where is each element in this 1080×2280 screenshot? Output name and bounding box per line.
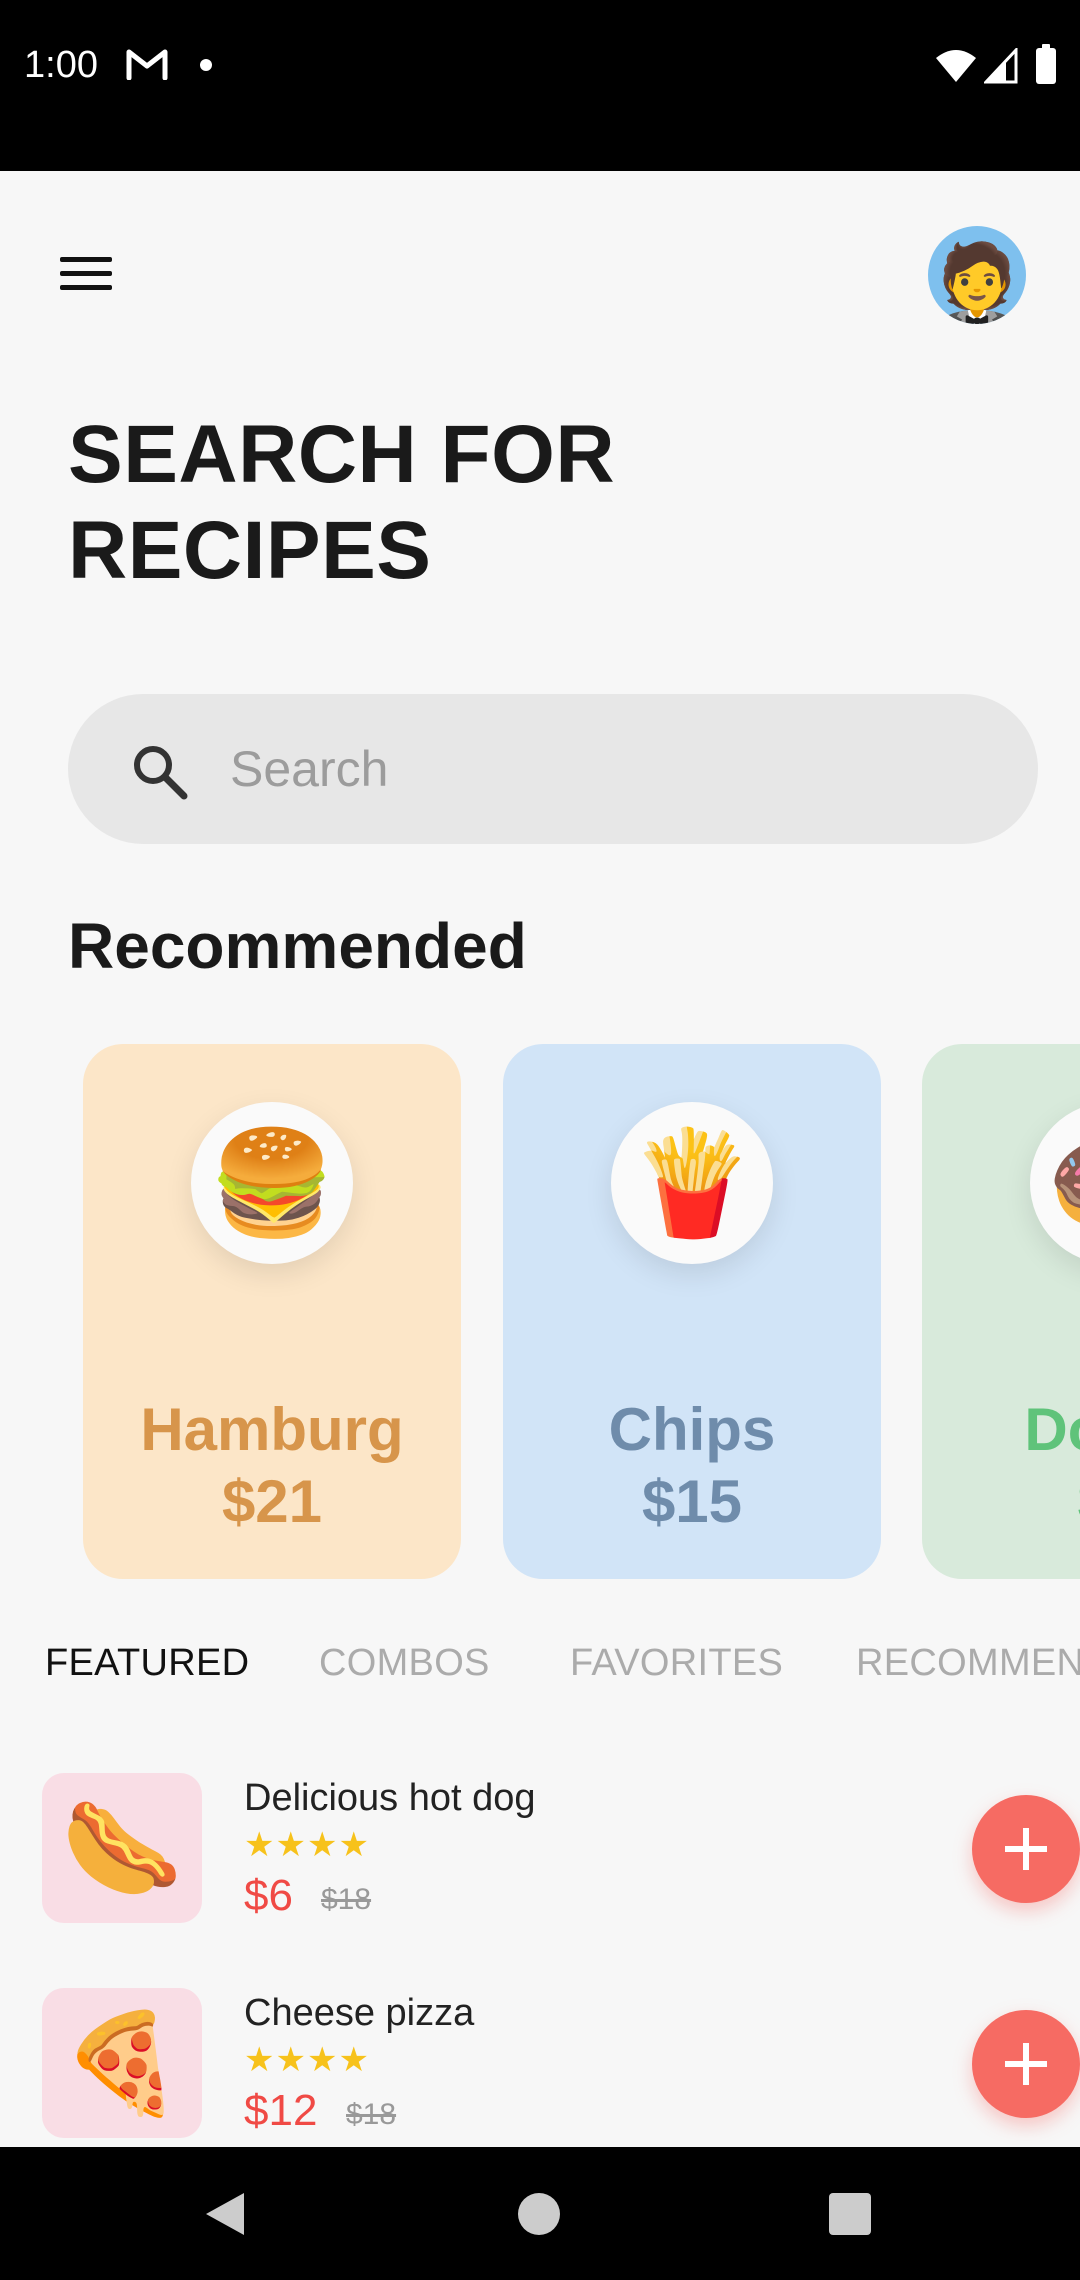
card-price: $15: [641, 1468, 743, 1535]
back-icon[interactable]: [204, 2191, 246, 2237]
tab-recommended[interactable]: RECOMMENDED: [856, 1642, 1080, 1685]
app-screen: 🤵 SEARCH FOR RECIPES Recommended 🍔 Hambu…: [0, 171, 1080, 2147]
avatar[interactable]: 🤵: [928, 226, 1026, 324]
donut-icon: 🍩: [1047, 1132, 1080, 1234]
add-to-cart-button[interactable]: [972, 2010, 1080, 2118]
card-icon-circle: 🍩: [1030, 1102, 1080, 1264]
user-avatar-icon: 🤵: [928, 241, 1026, 325]
add-to-cart-button[interactable]: [972, 1795, 1080, 1903]
card-price: $21: [221, 1468, 323, 1535]
card-icon-circle: 🍔: [191, 1102, 353, 1264]
card-name: Chips: [608, 1396, 776, 1463]
search-input[interactable]: [228, 694, 988, 844]
list-item[interactable]: 🌭 Delicious hot dog ★★★★ $6 $18: [0, 1773, 1080, 1953]
plus-icon: [1005, 2043, 1047, 2085]
status-time: 1:00: [24, 44, 98, 86]
tab-combos[interactable]: COMBOS: [319, 1642, 490, 1685]
item-price: $6: [244, 1871, 293, 1920]
search-bar[interactable]: [68, 694, 1038, 844]
card-name: Hamburg: [140, 1396, 404, 1463]
home-icon[interactable]: [518, 2193, 560, 2235]
page-title-line-1: SEARCH FOR: [68, 409, 616, 500]
search-icon: [134, 746, 188, 800]
recents-icon[interactable]: [829, 2193, 871, 2235]
recommended-card-hamburg[interactable]: 🍔 Hamburg $21: [83, 1044, 461, 1579]
item-thumbnail: 🍕: [42, 1988, 202, 2138]
hot-dog-icon: 🌭: [60, 1793, 184, 1903]
item-thumbnail: 🌭: [42, 1773, 202, 1923]
page-title-line-2: RECIPES: [68, 505, 432, 596]
gmail-notification-icon: [126, 49, 168, 80]
item-name: Cheese pizza: [244, 1992, 475, 2034]
tab-favorites[interactable]: FAVORITES: [570, 1642, 783, 1685]
item-old-price: $18: [321, 1883, 372, 1916]
card-price: $8: [922, 1466, 1080, 1538]
notification-dot-icon: [200, 59, 212, 71]
recommended-card-chips[interactable]: 🍟 Chips $15: [503, 1044, 881, 1579]
recommended-card-donut[interactable]: 🍩 Donut $8: [922, 1044, 1080, 1579]
system-navigation-bar: [0, 2147, 1080, 2280]
status-bar: 1:00: [0, 0, 1080, 171]
hamburger-menu-icon[interactable]: [60, 257, 114, 291]
cell-signal-icon: [984, 48, 1018, 84]
list-item[interactable]: 🍕 Cheese pizza ★★★★ $12 $18: [0, 1988, 1080, 2147]
hamburger-icon: 🍔: [208, 1126, 336, 1240]
item-rating-stars: ★★★★: [244, 2041, 370, 2079]
card-icon-circle: 🍟: [611, 1102, 773, 1264]
page-title: SEARCH FOR RECIPES: [68, 407, 768, 599]
tab-featured[interactable]: FEATURED: [45, 1642, 249, 1685]
item-rating-stars: ★★★★: [244, 1826, 370, 1864]
item-name: Delicious hot dog: [244, 1777, 536, 1819]
pizza-icon: 🍕: [60, 2008, 184, 2118]
item-old-price: $18: [346, 2098, 397, 2131]
wifi-icon: [936, 50, 976, 82]
item-price: $12: [244, 2086, 318, 2135]
plus-icon: [1005, 1828, 1047, 1870]
card-name: Donut: [1024, 1396, 1080, 1463]
battery-icon: [1036, 44, 1056, 84]
french-fries-icon: 🍟: [628, 1126, 756, 1240]
recommended-heading: Recommended: [68, 910, 527, 982]
